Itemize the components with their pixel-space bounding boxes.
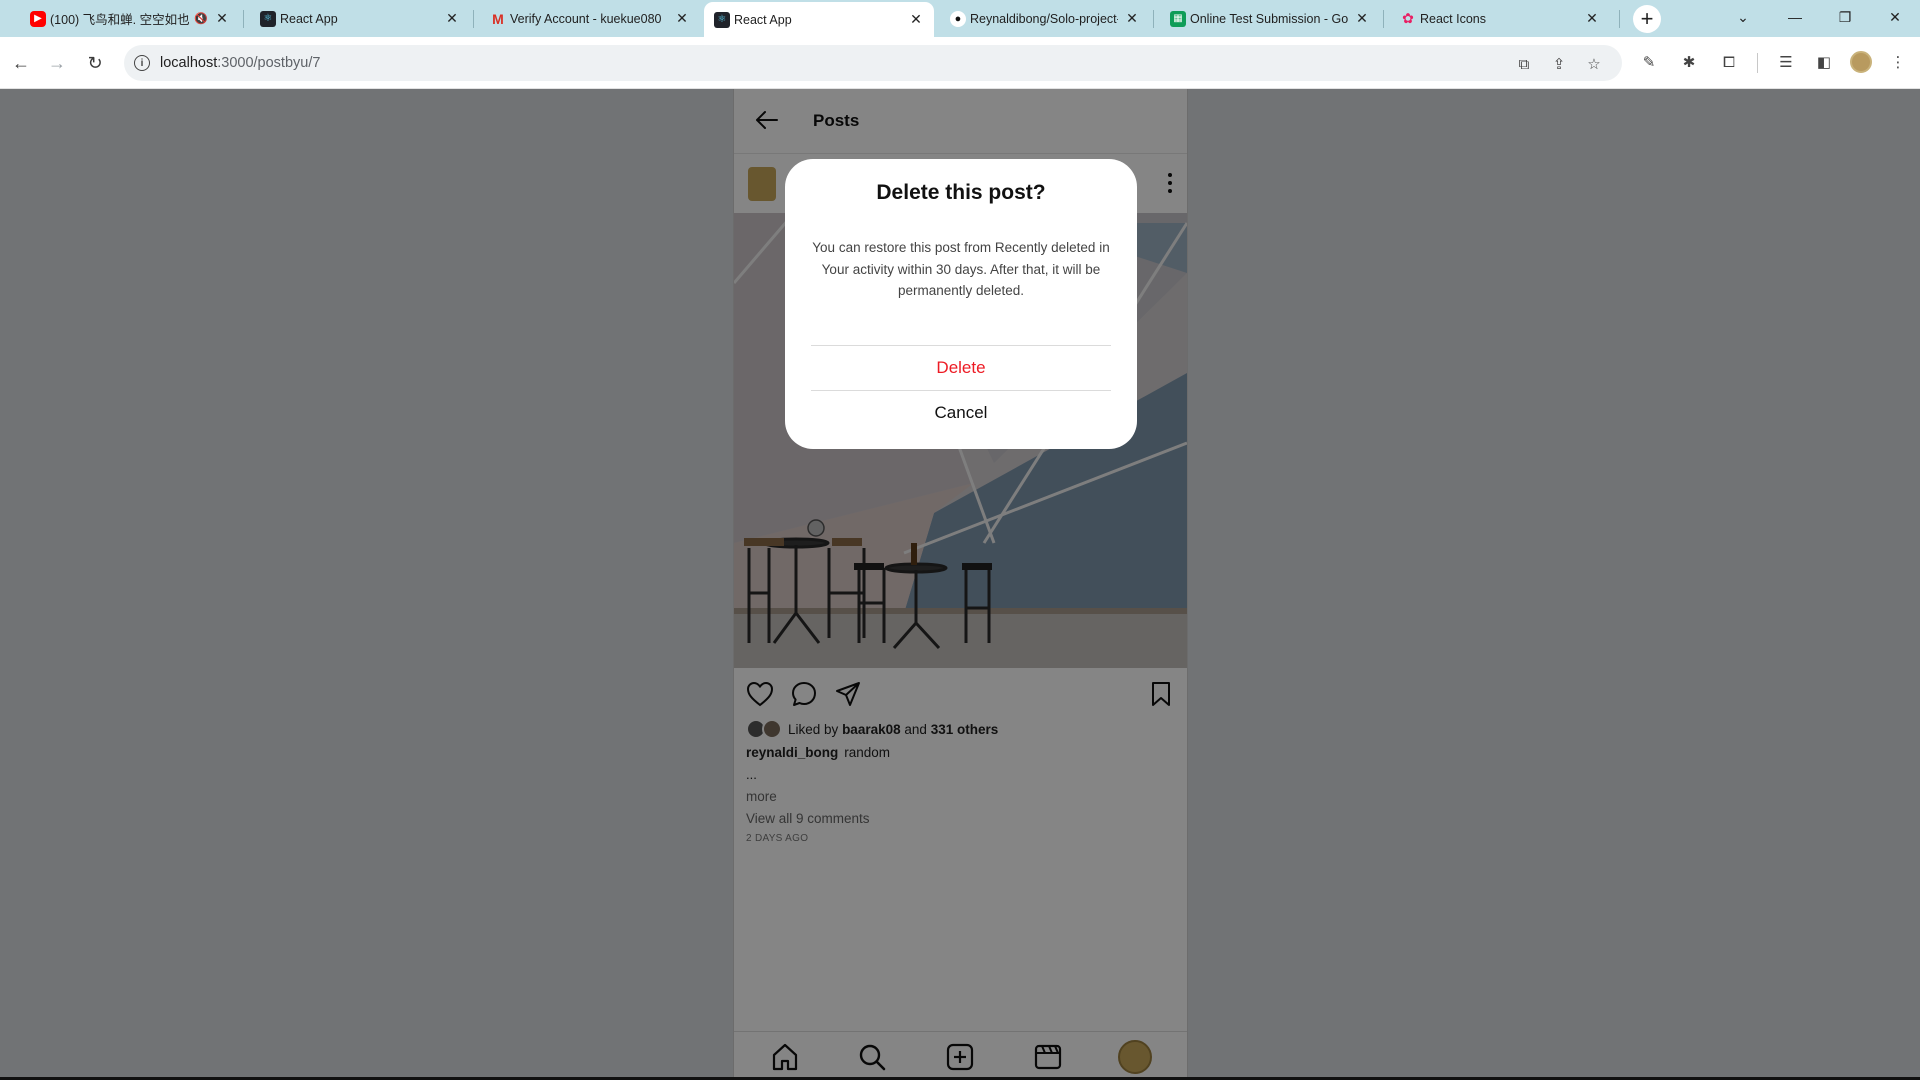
react-icon: ⚛ [714,11,730,28]
browser-menu-icon[interactable]: ⋮ [1886,50,1910,74]
restore-icon[interactable]: ❐ [1830,4,1860,30]
tab-search-icon[interactable]: ⌄ [1728,4,1758,30]
close-tab-icon[interactable]: ✕ [444,10,460,27]
share-icon[interactable]: ⇪ [1549,54,1569,74]
address-bar[interactable]: i localhost:3000/postbyu/7 ⧉ ⇪ ☆ [124,45,1622,81]
react-icon: ⚛ [260,10,276,27]
react-icons-icon: ✿ [1402,10,1414,26]
tab-title: Verify Account - kuekue080 [510,11,662,26]
close-tab-icon[interactable]: ✕ [1124,10,1140,27]
tab-separator [243,10,244,28]
bug-extension-icon[interactable]: ✱ [1677,50,1701,74]
cancel-button[interactable]: Cancel [811,391,1111,435]
url-path: :3000/postbyu/7 [217,55,321,71]
tab-title: (100) 飞鸟和蝉. 空空如也 [50,13,190,27]
tab-title: Online Test Submission - Go [1190,11,1348,26]
tab-separator [473,10,474,28]
tab-gmail[interactable]: M Verify Account - kuekue080 ✕ [480,2,700,35]
tab-title: React App [280,11,338,26]
delete-post-dialog: Delete this post? You can restore this p… [785,159,1137,449]
dialog-title: Delete this post? [876,181,1046,204]
side-panel-icon[interactable]: ◧ [1812,50,1836,74]
close-tab-icon[interactable]: ✕ [908,11,924,28]
browser-toolbar: ← → ↻ i localhost:3000/postbyu/7 ⧉ ⇪ ☆ ✎… [0,37,1920,89]
tab-react-icons[interactable]: ✿ React Icons ✕ [1390,2,1610,35]
sheets-icon: ▦ [1170,10,1186,27]
close-window-icon[interactable]: ✕ [1880,4,1910,30]
minimize-icon[interactable]: — [1780,4,1810,30]
mute-icon[interactable]: 🔇 [194,12,208,25]
tab-react-app-active[interactable]: ⚛ React App ✕ [704,2,934,37]
tab-youtube[interactable]: ▶ (100) 飞鸟和蝉. 空空如也 🔇 ✕ [20,2,240,35]
tab-separator [1383,10,1384,28]
forward-icon[interactable]: → [44,50,70,76]
reload-icon[interactable]: ↻ [82,50,108,76]
tab-title: React Icons [1420,11,1487,26]
media-queue-icon[interactable]: ☰ [1774,50,1798,74]
new-tab-button[interactable]: + [1633,5,1661,33]
close-tab-icon[interactable]: ✕ [214,10,230,27]
gmail-icon: M [492,10,504,27]
tab-github[interactable]: ● Reynaldibong/Solo-project- ✕ [940,2,1150,35]
close-tab-icon[interactable]: ✕ [1354,10,1370,27]
back-icon[interactable]: ← [8,50,34,76]
github-icon: ● [950,10,966,27]
delete-button[interactable]: Delete [811,346,1111,390]
close-tab-icon[interactable]: ✕ [1584,10,1600,27]
tab-title: React App [734,12,792,27]
install-app-icon[interactable]: ⧉ [1514,54,1534,74]
tab-strip: ▶ (100) 飞鸟和蝉. 空空如也 🔇 ✕ ⚛ React App ✕ M V… [0,0,1920,37]
url-host: localhost [160,55,218,71]
profile-avatar[interactable] [1849,50,1873,74]
tab-separator [1619,10,1620,28]
bookmark-star-icon[interactable]: ☆ [1584,54,1604,74]
extensions-puzzle-icon[interactable]: ⧠ [1717,50,1741,74]
site-info-icon[interactable]: i [134,55,150,71]
toolbar-separator [1757,53,1758,73]
eyedropper-icon[interactable]: ✎ [1637,50,1661,74]
close-tab-icon[interactable]: ✕ [674,10,690,27]
tab-separator [1153,10,1154,28]
dialog-message: You can restore this post from Recently … [812,240,1110,298]
tab-sheets[interactable]: ▦ Online Test Submission - Go ✕ [1160,2,1380,35]
url-text[interactable]: localhost:3000/postbyu/7 [160,55,320,71]
youtube-icon: ▶ [30,10,46,27]
tab-react-app[interactable]: ⚛ React App ✕ [250,2,470,35]
tab-title: Reynaldibong/Solo-project- [970,11,1118,26]
